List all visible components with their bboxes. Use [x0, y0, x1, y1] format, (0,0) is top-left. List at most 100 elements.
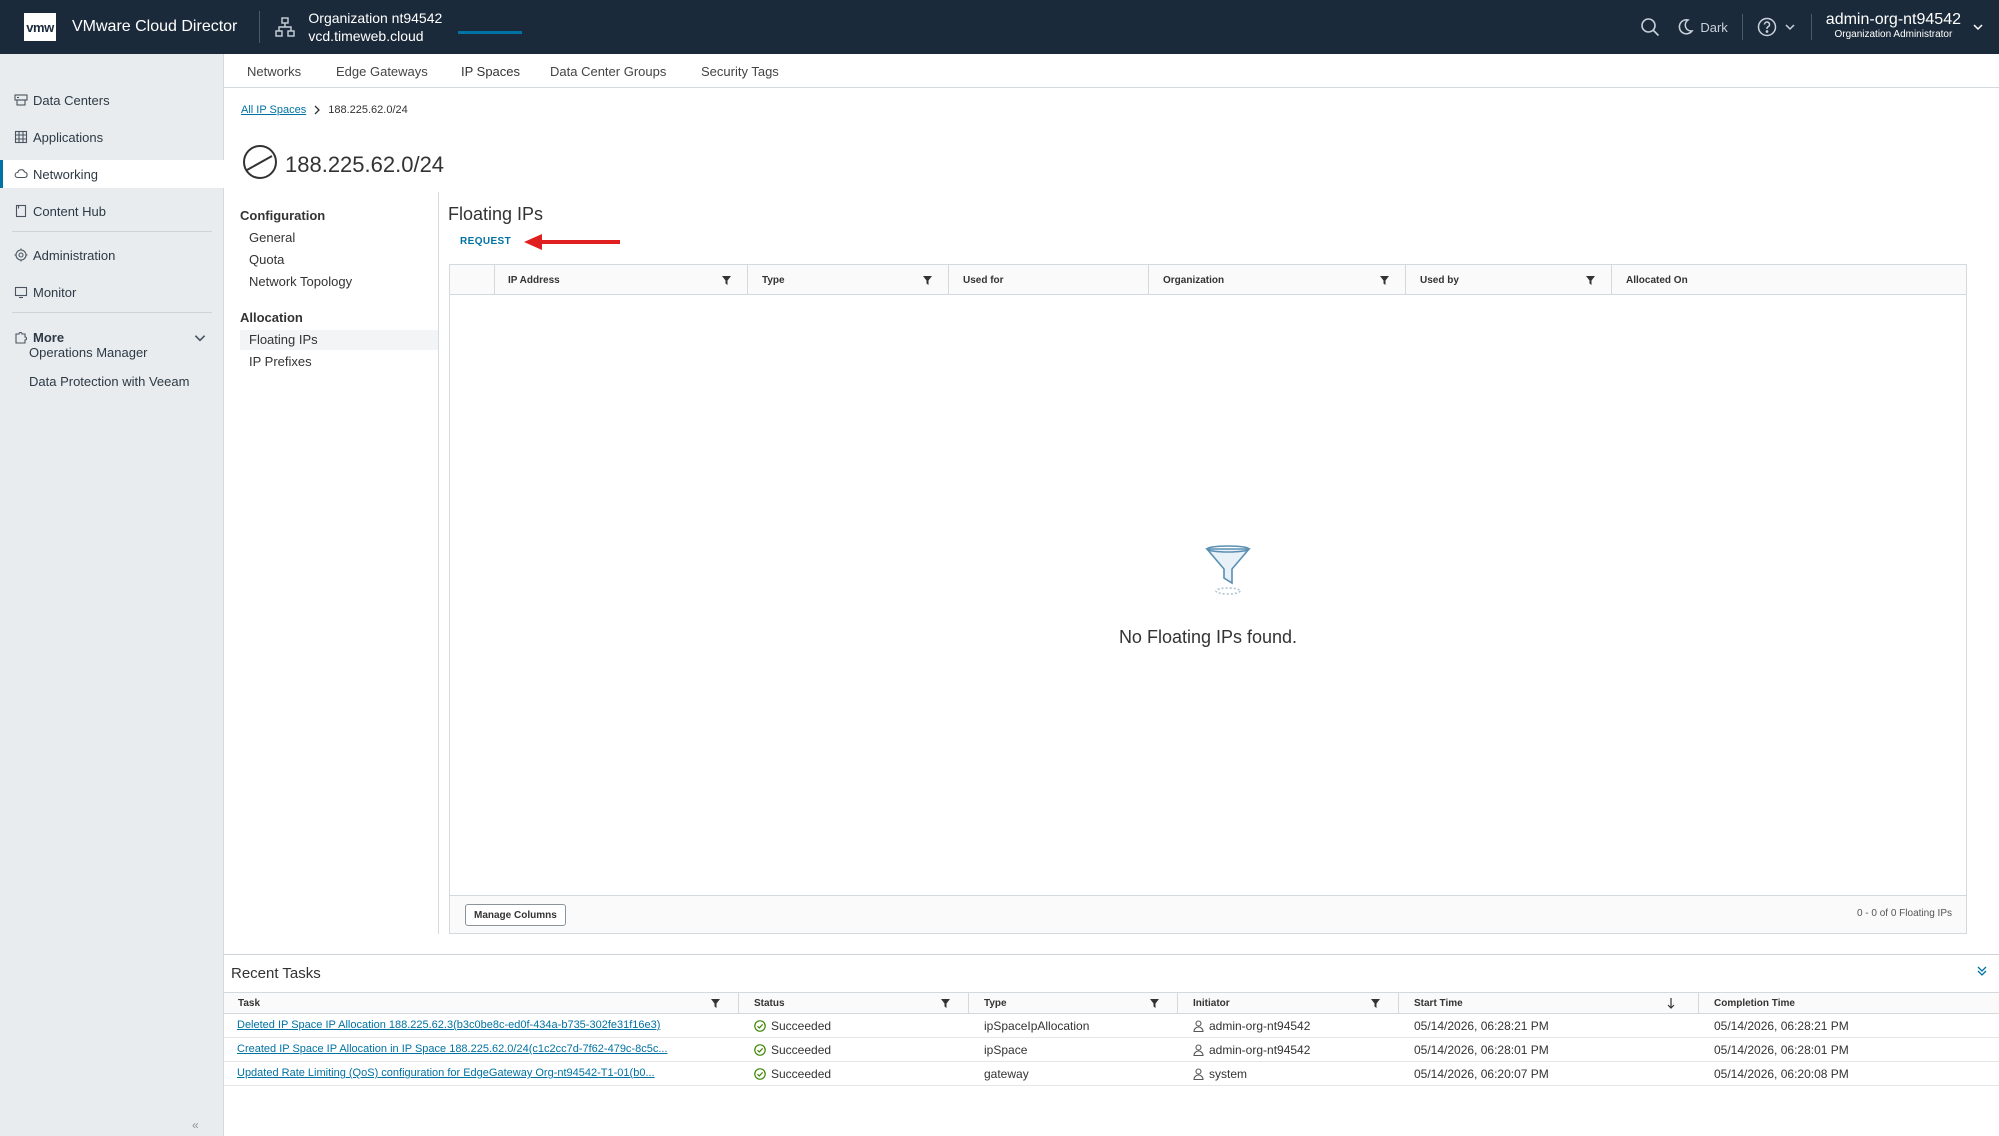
- column-allocated-on[interactable]: Allocated On: [1626, 265, 1688, 295]
- monitor-icon: [14, 286, 28, 299]
- column-ip-address[interactable]: IP Address: [508, 265, 560, 295]
- user-icon: [1193, 1044, 1204, 1056]
- sidebar-item-networking[interactable]: Networking: [0, 160, 224, 188]
- collapse-sidebar-icon[interactable]: «: [192, 1118, 199, 1132]
- filter-icon[interactable]: [1371, 999, 1380, 1008]
- column-initiator[interactable]: Initiator: [1193, 993, 1230, 1013]
- tab-security-tags[interactable]: Security Tags: [701, 64, 779, 79]
- sidebar-item-label: Content Hub: [33, 203, 106, 219]
- task-link[interactable]: Created IP Space IP Allocation in IP Spa…: [237, 1043, 668, 1055]
- filter-icon[interactable]: [1586, 276, 1595, 285]
- column-start-time[interactable]: Start Time: [1414, 993, 1463, 1013]
- subnav-general[interactable]: General: [249, 230, 295, 245]
- column-used-by[interactable]: Used by: [1420, 265, 1459, 295]
- subnav-quota[interactable]: Quota: [249, 252, 284, 267]
- dark-mode-toggle[interactable]: Dark: [1676, 18, 1728, 36]
- sidebar-item-administration[interactable]: Administration: [0, 241, 224, 269]
- breadcrumb-all-ip-spaces[interactable]: All IP Spaces: [241, 104, 306, 116]
- vmware-logo[interactable]: vmw: [24, 13, 56, 41]
- tab-data-center-groups[interactable]: Data Center Groups: [550, 64, 666, 79]
- task-start-time: 05/14/2026, 06:28:01 PM: [1414, 1043, 1549, 1057]
- chevron-down-icon: [1973, 24, 1983, 31]
- task-initiator: system: [1209, 1067, 1248, 1081]
- annotation-arrow-icon: [524, 234, 620, 250]
- breadcrumb-current: 188.225.62.0/24: [328, 104, 408, 116]
- sidebar-item-applications[interactable]: Applications: [0, 123, 224, 151]
- sort-down-icon[interactable]: [1666, 997, 1676, 1009]
- search-icon[interactable]: [1640, 17, 1660, 37]
- column-separator: [948, 265, 949, 295]
- sidebar-item-label: Applications: [33, 129, 104, 145]
- task-completion-time: 05/14/2026, 06:28:21 PM: [1714, 1019, 1849, 1033]
- column-task[interactable]: Task: [238, 993, 260, 1013]
- manage-columns-button[interactable]: Manage Columns: [465, 904, 566, 926]
- org-domain: vcd.timeweb.cloud: [308, 28, 424, 44]
- empty-state-text: No Floating IPs found.: [1118, 627, 1298, 647]
- organization-switcher[interactable]: Organization nt94542 vcd.timeweb.cloud: [308, 9, 442, 45]
- task-completion-time: 05/14/2026, 06:28:01 PM: [1714, 1043, 1849, 1057]
- org-name: Organization nt94542: [308, 10, 443, 26]
- sidebar-item-data-protection-veeam[interactable]: Data Protection with Veeam: [29, 374, 189, 389]
- collapse-panel-icon[interactable]: [1975, 964, 1989, 978]
- empty-filter-icon: [1205, 545, 1251, 595]
- task-row: Deleted IP Space IP Allocation 188.225.6…: [224, 1014, 1999, 1038]
- sidebar-item-label: Administration: [33, 247, 116, 263]
- task-type: ipSpaceIpAllocation: [984, 1019, 1090, 1033]
- user-menu[interactable]: admin-org-nt94542 Organization Administr…: [1826, 12, 1985, 42]
- column-type[interactable]: Type: [984, 993, 1007, 1013]
- filter-icon[interactable]: [711, 999, 720, 1008]
- filter-icon[interactable]: [1380, 276, 1389, 285]
- app-title[interactable]: VMware Cloud Director: [72, 18, 237, 36]
- tab-networks[interactable]: Networks: [247, 64, 301, 79]
- filter-icon[interactable]: [722, 276, 731, 285]
- subnav-floating-ips[interactable]: Floating IPs: [249, 332, 318, 347]
- header-separator: [1810, 14, 1812, 40]
- column-type[interactable]: Type: [762, 265, 785, 295]
- request-button[interactable]: REQUEST: [460, 236, 511, 247]
- page-title: 188.225.62.0/24: [285, 152, 445, 177]
- filter-icon[interactable]: [1150, 999, 1159, 1008]
- help-icon: [1757, 17, 1777, 37]
- user-role: Organization Administrator: [1834, 29, 1953, 40]
- success-check-icon: [754, 1068, 766, 1080]
- column-separator: [1177, 993, 1178, 1013]
- task-link[interactable]: Deleted IP Space IP Allocation 188.225.6…: [237, 1019, 660, 1031]
- tab-edge-gateways[interactable]: Edge Gateways: [336, 64, 428, 79]
- sidebar-item-data-centers[interactable]: Data Centers: [0, 86, 224, 114]
- user-name: admin-org-nt94542: [1825, 11, 1961, 28]
- subnav-network-topology[interactable]: Network Topology: [249, 274, 352, 289]
- task-initiator: admin-org-nt94542: [1209, 1019, 1311, 1033]
- filter-icon[interactable]: [923, 276, 932, 285]
- sidebar-item-label: Networking: [33, 166, 99, 182]
- subnav-ip-prefixes[interactable]: IP Prefixes: [249, 354, 312, 369]
- ip-space-icon: [243, 145, 277, 179]
- header-separator: [1741, 14, 1743, 40]
- help-menu[interactable]: [1757, 17, 1797, 37]
- task-link[interactable]: Updated Rate Limiting (QoS) configuratio…: [237, 1067, 655, 1079]
- configuration-heading: Configuration: [240, 208, 326, 223]
- tab-ip-spaces[interactable]: IP Spaces: [461, 64, 520, 79]
- column-completion-time[interactable]: Completion Time: [1714, 993, 1795, 1013]
- column-status[interactable]: Status: [754, 993, 785, 1013]
- sidebar-item-operations-manager[interactable]: Operations Manager: [29, 345, 148, 360]
- filter-icon[interactable]: [941, 999, 950, 1008]
- task-start-time: 05/14/2026, 06:28:21 PM: [1414, 1019, 1549, 1033]
- recent-tasks-panel: Recent Tasks Task Status Type Initiator …: [224, 954, 1999, 1136]
- task-initiator: admin-org-nt94542: [1209, 1043, 1311, 1057]
- sidebar-item-content-hub[interactable]: Content Hub: [0, 197, 224, 225]
- grid-footer: Manage Columns 0 - 0 of 0 Floating IPs: [450, 895, 1966, 933]
- dark-label: Dark: [1700, 19, 1728, 35]
- header-divider: [259, 11, 261, 43]
- column-organization[interactable]: Organization: [1163, 265, 1224, 295]
- task-status: Succeeded: [771, 1043, 832, 1057]
- column-used-for[interactable]: Used for: [963, 265, 1004, 295]
- column-separator: [968, 993, 969, 1013]
- pagination-text: 0 - 0 of 0 Floating IPs: [1856, 908, 1952, 919]
- column-separator: [1405, 265, 1406, 295]
- task-type: ipSpace: [984, 1043, 1028, 1057]
- sidebar-item-monitor[interactable]: Monitor: [0, 278, 224, 306]
- active-tab-indicator: [458, 31, 522, 34]
- recent-tasks-title: Recent Tasks: [231, 965, 321, 982]
- sidebar-divider: [12, 231, 212, 232]
- subnav-separator: [438, 192, 439, 934]
